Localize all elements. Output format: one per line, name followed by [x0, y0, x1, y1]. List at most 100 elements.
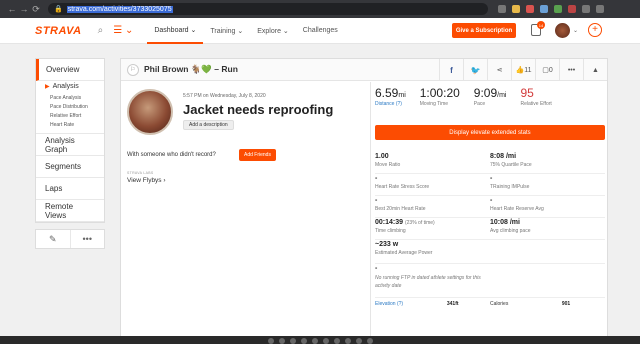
display-elevate-button[interactable]: Display elevate extended stats [375, 125, 605, 140]
distance-value: 6.59 [375, 86, 399, 100]
app-icon[interactable] [311, 338, 318, 344]
hamburger-icon[interactable]: ☰ ⌄ [113, 25, 133, 36]
kudos-count: 11 [524, 66, 532, 74]
activity-stats: 6.59mi Distance (?) 1:00:20 Moving Time … [370, 82, 608, 344]
app-icon[interactable] [289, 338, 296, 344]
nav-training[interactable]: Training ⌄ [203, 18, 250, 44]
calories-label: Calories [490, 301, 509, 307]
sidebar-item-segments[interactable]: Segments [36, 156, 104, 178]
nav-explore[interactable]: Explore ⌄ [250, 18, 296, 44]
extension-icon[interactable] [498, 5, 506, 13]
app-icon[interactable] [333, 338, 340, 344]
move-ratio-label: Move Ratio [375, 162, 401, 168]
stat-relative-effort: 95 Relative Effort [521, 86, 566, 120]
climbing-pace-value: 10:08 /mi [490, 219, 520, 226]
extension-icon[interactable] [554, 5, 562, 13]
comment-button[interactable]: ▢ 0 [535, 59, 559, 81]
hr-reserve-label: Heart Rate Reserve Avg [490, 206, 544, 212]
stats-row: 00:14:39 (23% of time) Time climbing 10:0… [375, 218, 605, 240]
chevron-down-icon[interactable]: ⌄ [573, 27, 578, 34]
relative-effort-value: 95 [520, 86, 534, 100]
extension-icon[interactable] [568, 5, 576, 13]
search-icon[interactable]: ⌕ [98, 25, 104, 36]
app-icon[interactable] [278, 338, 285, 344]
more-icon[interactable]: ••• [71, 230, 105, 248]
back-icon[interactable]: ← [6, 4, 18, 14]
sidebar-item-remote-views[interactable]: Remote Views [36, 200, 104, 222]
kudos-button[interactable]: 👍 11 [511, 59, 535, 81]
climbing-pace-label: Avg climbing pace [490, 228, 531, 234]
reload-icon[interactable]: ⟳ [30, 4, 42, 15]
extensions-bar [498, 5, 604, 13]
add-friends-button[interactable]: Add Friends [239, 149, 276, 161]
activity-actions: f 🐦 ⋖ 👍 11 ▢ 0 ••• ▲ [439, 59, 607, 81]
moving-time-value: 1:00:20 [419, 86, 460, 100]
app-icon[interactable] [267, 338, 274, 344]
facebook-share-icon[interactable]: f [439, 59, 463, 81]
sidebar-item-label: Analysis [52, 83, 79, 90]
time-climbing-extra: (23% of time) [404, 220, 435, 226]
sidebar-subitem-pace-analysis[interactable]: Pace Analysis [45, 93, 104, 102]
pace-value: 9:09 [473, 86, 498, 100]
run-icon: ⚐ [127, 63, 139, 76]
app-icon[interactable] [355, 338, 362, 344]
activity-header: ⚐ Phil Brown 🐐💚 – Run f 🐦 ⋖ 👍 11 ▢ 0 ••• ▲ [121, 59, 607, 81]
sidebar-subitem-heart-rate[interactable]: Heart Rate [45, 120, 104, 129]
add-description-button[interactable]: Add a description [183, 120, 234, 130]
sidebar-item-overview[interactable]: Overview [36, 59, 104, 81]
share-icon[interactable]: ⋖ [487, 59, 511, 81]
app-icon[interactable] [366, 338, 373, 344]
comment-icon: ▢ [542, 67, 549, 74]
time-climbing-label: Time climbing [375, 228, 406, 234]
edit-icon[interactable]: ✎ [36, 230, 71, 248]
nav-dashboard[interactable]: Dashboard ⌄ [147, 18, 204, 44]
activity-title: Jacket needs reproofing [183, 102, 334, 117]
extension-icon[interactable] [526, 5, 534, 13]
site-header: STRAVA ⌕ ☰ ⌄ Dashboard ⌄ Training ⌄ Expl… [0, 18, 640, 44]
comment-count: 0 [548, 66, 553, 74]
extension-icon[interactable] [540, 5, 548, 13]
quartile-pace-value: 8:08 /mi [490, 153, 517, 160]
sidebar-subitem-pace-distribution[interactable]: Pace Distribution [45, 102, 104, 111]
sidebar-subitem-relative-effort[interactable]: Relative Effort [45, 111, 104, 120]
stats-row: - Best 20min Heart Rate - Heart Rate Reser… [375, 196, 605, 218]
give-subscription-button[interactable]: Give a Subscription [452, 23, 516, 38]
power-label: Estimated Average Power [375, 250, 433, 256]
athlete-avatar[interactable] [127, 89, 173, 135]
lock-icon: 🔒 [54, 6, 63, 13]
primary-stats: 6.59mi Distance (?) 1:00:20 Moving Time … [371, 82, 608, 120]
distance-unit: mi [398, 92, 406, 99]
collapse-icon[interactable]: ▲ [583, 59, 607, 81]
more-actions-icon[interactable]: ••• [559, 59, 583, 81]
hr-reserve-value: - [490, 197, 493, 204]
menu-icon[interactable] [596, 5, 604, 13]
trimp-label: TRaining IMPulse [490, 184, 530, 190]
elevation-value: 341ft [446, 301, 459, 307]
app-icon[interactable] [322, 338, 329, 344]
ftp-block: - No running FTP in dated athlete settin… [375, 264, 605, 298]
address-bar[interactable]: 🔒 strava.com/activities/3733025075 [48, 3, 488, 15]
upload-plus-icon[interactable]: + [588, 23, 602, 37]
distance-label[interactable]: Distance (?) [375, 101, 406, 107]
strava-logo[interactable]: STRAVA [35, 25, 82, 37]
activity-sidenav: Overview ▶ Analysis Pace Analysis Pace D… [35, 58, 105, 249]
avatar[interactable] [555, 23, 570, 38]
twitter-share-icon[interactable]: 🐦 [463, 59, 487, 81]
power-value: ~233 w [375, 241, 399, 248]
view-flybys-link[interactable]: View Flybys › [127, 177, 166, 184]
best-hr-label: Best 20min Heart Rate [375, 206, 426, 212]
stat-pace: 9:09/mi Pace [474, 86, 521, 120]
star-icon[interactable] [512, 5, 520, 13]
nav-challenges[interactable]: Challenges [296, 18, 345, 44]
profile-icon[interactable] [582, 5, 590, 13]
activity-panel: ⚐ Phil Brown 🐐💚 – Run f 🐦 ⋖ 👍 11 ▢ 0 ••• ▲… [120, 58, 608, 344]
os-dock [0, 338, 640, 344]
app-icon[interactable] [300, 338, 307, 344]
browser-toolbar: ← → ⟳ 🔒 strava.com/activities/3733025075 [0, 0, 640, 18]
forward-icon[interactable]: → [18, 4, 30, 14]
sidebar-item-analysis-graph[interactable]: Analysis Graph [36, 134, 104, 156]
app-icon[interactable] [344, 338, 351, 344]
elevation-label[interactable]: Elevation (?) [375, 301, 447, 307]
sidebar-item-analysis[interactable]: ▶ Analysis [45, 83, 104, 90]
sidebar-item-laps[interactable]: Laps [36, 178, 104, 200]
